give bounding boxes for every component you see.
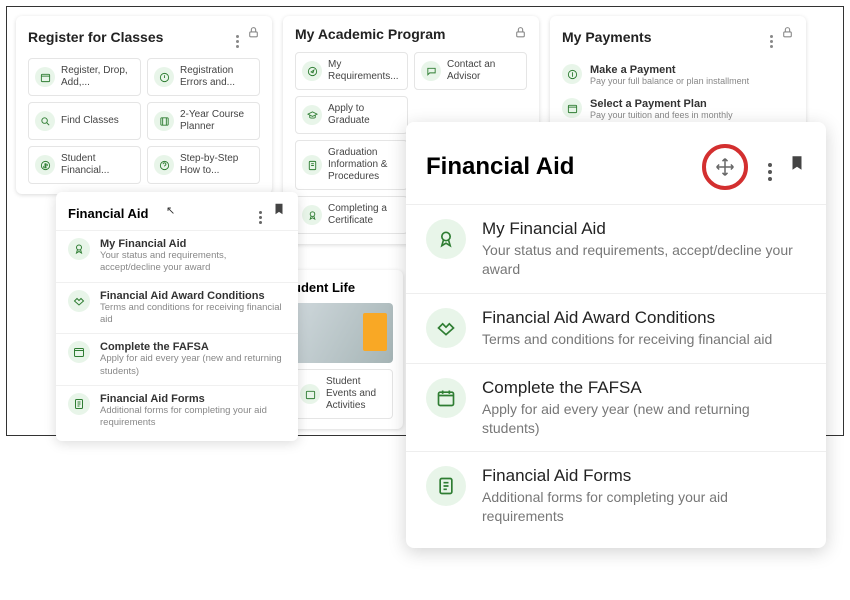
drag-highlight-ring xyxy=(702,144,748,190)
calendar-icon xyxy=(68,341,90,363)
award-icon xyxy=(68,238,90,260)
fa-item-forms[interactable]: Financial Aid FormsAdditional forms for … xyxy=(56,385,298,437)
tile-graduation-info[interactable]: Graduation Information & Procedures xyxy=(295,140,408,190)
fa-item-fafsa[interactable]: Complete the FAFSAApply for aid every ye… xyxy=(56,333,298,385)
calendar-icon xyxy=(562,98,582,118)
move-icon[interactable] xyxy=(715,157,735,177)
cert-icon xyxy=(302,205,322,225)
handshake-icon xyxy=(426,308,466,348)
tile-student-financial[interactable]: Student Financial... xyxy=(28,146,141,184)
lock-icon xyxy=(514,26,527,42)
alert-icon xyxy=(154,67,174,87)
award-icon xyxy=(426,219,466,259)
lock-icon xyxy=(247,26,260,48)
form-icon xyxy=(68,393,90,415)
tile-course-planner[interactable]: 2-Year Course Planner xyxy=(147,102,260,140)
more-icon[interactable] xyxy=(768,154,772,181)
popover-title: Financial Aid xyxy=(68,206,148,221)
tile-certificate[interactable]: Completing a Certificate xyxy=(295,196,408,234)
student-life-image xyxy=(293,303,393,363)
more-icon[interactable] xyxy=(236,26,239,48)
card-payments: My Payments Make a PaymentPay your full … xyxy=(550,16,806,136)
card-title: Register for Classes xyxy=(28,29,163,45)
financial-aid-popover-large: Financial Aid My Financial AidYour statu… xyxy=(406,122,826,548)
form-icon xyxy=(426,466,466,506)
compass-icon xyxy=(302,61,322,81)
fa-item-award-conditions[interactable]: Financial Aid Award ConditionsTerms and … xyxy=(406,293,826,363)
tile-step-by-step[interactable]: Step-by-Step How to... xyxy=(147,146,260,184)
cursor-pointer-icon: ↖ xyxy=(166,204,175,217)
financial-aid-popover-small: Financial Aid My Financial AidYour statu… xyxy=(56,192,298,441)
card-title: My Academic Program xyxy=(295,26,445,42)
planner-icon xyxy=(154,111,174,131)
tile-my-requirements[interactable]: My Requirements... xyxy=(295,52,408,90)
tile-contact-advisor[interactable]: Contact an Advisor xyxy=(414,52,527,90)
bookmark-icon[interactable] xyxy=(272,202,286,224)
tile-apply-graduate[interactable]: Apply to Graduate xyxy=(295,96,408,134)
tile-registration-errors[interactable]: Registration Errors and... xyxy=(147,58,260,96)
fa-item-my-financial-aid[interactable]: My Financial AidYour status and requirem… xyxy=(406,204,826,293)
dollar-icon xyxy=(562,64,582,84)
tile-find-classes[interactable]: Find Classes xyxy=(28,102,141,140)
payment-item-plan[interactable]: Select a Payment PlanPay your tuition an… xyxy=(562,92,794,126)
bookmark-icon[interactable] xyxy=(788,154,806,181)
grad-icon xyxy=(302,105,322,125)
chat-icon xyxy=(421,61,441,81)
lock-icon xyxy=(781,26,794,48)
dollar-icon xyxy=(35,155,55,175)
tile-register-drop-add[interactable]: Register, Drop, Add,... xyxy=(28,58,141,96)
doc-icon xyxy=(302,155,322,175)
search-icon xyxy=(35,111,55,131)
card-register: Register for Classes Register, Drop, Add… xyxy=(16,16,272,194)
calendar-icon xyxy=(300,384,320,404)
help-icon xyxy=(154,155,174,175)
card-title: udent Life xyxy=(293,280,393,295)
more-icon[interactable] xyxy=(259,202,262,224)
fa-item-my-financial-aid[interactable]: My Financial AidYour status and requirem… xyxy=(56,230,298,282)
popover-title: Financial Aid xyxy=(426,153,694,181)
fa-item-forms[interactable]: Financial Aid FormsAdditional forms for … xyxy=(406,451,826,540)
fa-item-award-conditions[interactable]: Financial Aid Award ConditionsTerms and … xyxy=(56,282,298,334)
card-title: My Payments xyxy=(562,29,651,45)
fa-item-fafsa[interactable]: Complete the FAFSAApply for aid every ye… xyxy=(406,363,826,452)
card-student-life: udent Life Student Events and Activities xyxy=(283,270,403,429)
handshake-icon xyxy=(68,290,90,312)
payment-item-make[interactable]: Make a PaymentPay your full balance or p… xyxy=(562,58,794,92)
more-icon[interactable] xyxy=(770,26,773,48)
calendar-icon xyxy=(426,378,466,418)
student-events-link[interactable]: Student Events and Activities xyxy=(293,369,393,419)
calendar-icon xyxy=(35,67,55,87)
